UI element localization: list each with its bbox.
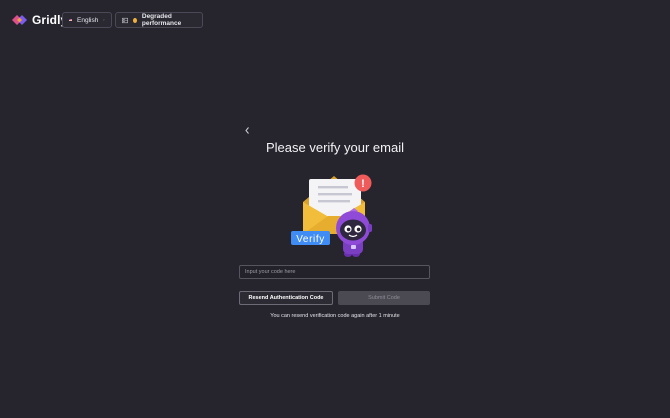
robot-mascot-icon	[336, 211, 372, 257]
back-button[interactable]	[243, 126, 252, 135]
status-label: Degraded performance	[141, 13, 182, 27]
language-label: English	[77, 16, 99, 24]
status-dot-icon	[133, 17, 137, 23]
alert-badge-icon: !	[354, 174, 372, 192]
status-page-icon	[122, 17, 129, 23]
page-title: Please verify your email	[266, 140, 404, 155]
resend-code-button[interactable]: Resend Authentication Code	[239, 291, 333, 305]
us-flag-icon	[69, 19, 72, 21]
verify-tag: Verify	[291, 231, 330, 245]
gridly-logo-icon	[12, 15, 27, 25]
verify-tag-label: Verify	[296, 234, 325, 245]
chevron-left-icon	[245, 127, 249, 134]
chevron-down-icon	[103, 19, 105, 21]
resend-hint-text: You can resend verification code again a…	[270, 313, 400, 319]
status-indicator[interactable]: Degraded performance	[115, 12, 203, 28]
verification-code-input[interactable]	[239, 265, 430, 279]
top-bar: Gridly	[12, 12, 67, 28]
language-selector[interactable]: English	[62, 12, 112, 28]
alert-symbol: !	[361, 178, 365, 190]
verify-email-illustration: ! Verify	[291, 174, 372, 257]
gridly-logo[interactable]: Gridly	[12, 13, 67, 27]
submit-code-button[interactable]: Submit Code	[338, 291, 430, 305]
